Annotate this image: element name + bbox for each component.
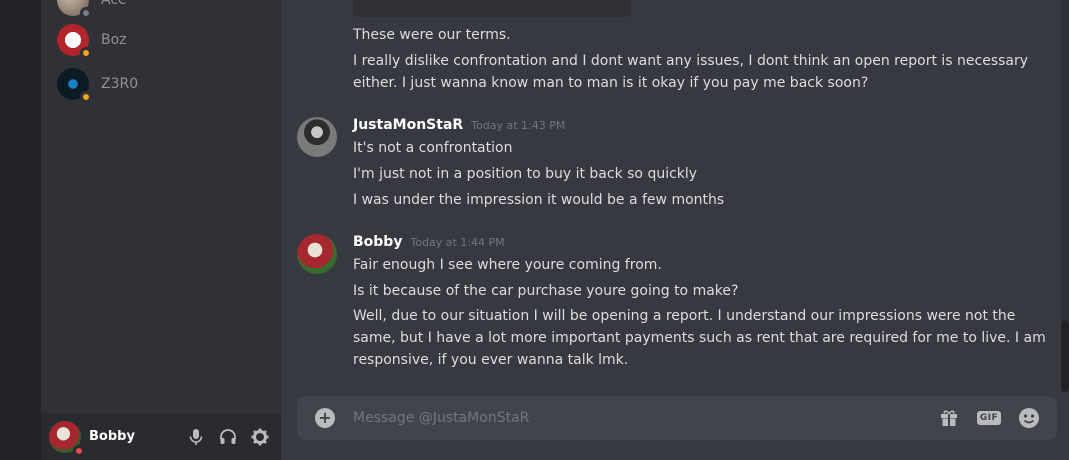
message-text: Fair enough I see where youre coming fro…: [353, 257, 662, 273]
message-text: Well, due to our situation I will be ope…: [353, 308, 1016, 324]
message-text: either. I just wanna know man to man is …: [353, 75, 869, 91]
server-rail: [0, 0, 41, 460]
dm-item-label: Z3R0: [101, 76, 139, 92]
status-idle-icon: [80, 47, 92, 59]
attach-plus-icon[interactable]: +: [315, 408, 335, 428]
avatar: [57, 0, 92, 19]
avatar[interactable]: [49, 420, 85, 457]
message-input[interactable]: [353, 410, 937, 426]
author-name[interactable]: Bobby: [353, 234, 402, 250]
timestamp: Today at 1:43 PM: [471, 119, 566, 132]
scrollbar-track[interactable]: [1061, 0, 1069, 392]
dm-item-label: Ace: [101, 0, 127, 8]
message-text: Is it because of the car purchase youre …: [353, 283, 739, 299]
user-panel: Bobby: [41, 413, 281, 460]
timestamp: Today at 1:44 PM: [410, 236, 505, 249]
avatar: [57, 24, 92, 59]
message-text: These were our terms.: [353, 27, 511, 43]
message-text: same, but I have a lot more important pa…: [353, 330, 1046, 346]
avatar: [57, 68, 92, 103]
message-text: responsive, if you ever wanna talk lmk.: [353, 352, 629, 368]
avatar[interactable]: [297, 234, 337, 274]
chat-area: These were our terms. I really dislike c…: [281, 0, 1069, 460]
dm-item-z3r0[interactable]: Z3R0: [57, 62, 277, 106]
emoji-icon[interactable]: [1017, 406, 1041, 430]
message-text: I'm just not in a position to buy it bac…: [353, 166, 698, 182]
message-text: I was under the impression it would be a…: [353, 192, 725, 208]
dm-item-label: Boz: [101, 32, 127, 48]
message-text: It's not a confrontation: [353, 140, 513, 156]
settings-gear-icon[interactable]: [249, 426, 271, 448]
gif-label: GIF: [976, 411, 1002, 425]
status-idle-icon: [80, 91, 92, 103]
microphone-icon[interactable]: [185, 426, 207, 448]
message-header: JustaMonStaR Today at 1:43 PM: [353, 117, 565, 133]
embed-image: [353, 0, 631, 17]
dm-item-boz[interactable]: Boz: [57, 18, 277, 62]
scrollbar-thumb[interactable]: [1061, 320, 1069, 392]
status-dnd-icon: [73, 444, 85, 457]
message-text: I really dislike confrontation and I don…: [353, 53, 1029, 69]
gif-icon[interactable]: GIF: [976, 406, 1002, 430]
message-header: Bobby Today at 1:44 PM: [353, 234, 505, 250]
author-name[interactable]: JustaMonStaR: [353, 117, 463, 133]
direct-messages-panel: Ace Boz Z3R0: [41, 0, 281, 460]
avatar[interactable]: [297, 117, 337, 157]
headphones-icon[interactable]: [217, 426, 239, 448]
username[interactable]: Bobby: [89, 429, 185, 444]
message-composer: + GIF: [297, 396, 1057, 440]
gift-icon[interactable]: [937, 406, 961, 430]
